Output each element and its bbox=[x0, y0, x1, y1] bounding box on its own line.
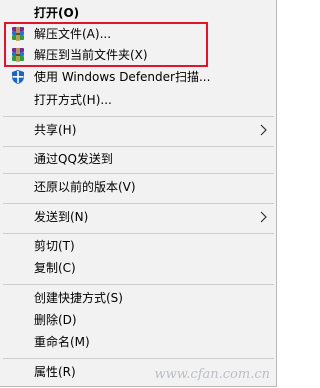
menu-separator bbox=[3, 203, 274, 204]
menu-item-label: 还原以前的版本(V) bbox=[34, 180, 136, 194]
menu-item-label: 打开方式(H)... bbox=[34, 93, 112, 107]
chevron-right-icon bbox=[258, 120, 270, 140]
windows-defender-icon bbox=[10, 69, 26, 85]
menu-item-label: 重命名(M) bbox=[34, 335, 90, 349]
menu-item-open[interactable]: 打开(O) bbox=[0, 3, 276, 23]
menu-item-open-with[interactable]: 打开方式(H)... bbox=[0, 90, 276, 110]
context-menu: 打开(O) 解压文件(A)... 解压到当前文件夹(X) 使用 Windows … bbox=[0, 0, 277, 387]
menu-separator bbox=[3, 358, 274, 359]
menu-item-defender-scan[interactable]: 使用 Windows Defender扫描... bbox=[0, 67, 276, 87]
menu-item-cut[interactable]: 剪切(T) bbox=[0, 236, 276, 256]
menu-item-label: 属性(R) bbox=[34, 365, 76, 379]
site-watermark: www.cfan.com.cn bbox=[154, 367, 270, 382]
menu-separator bbox=[3, 284, 274, 285]
menu-separator bbox=[3, 146, 274, 147]
menu-item-copy[interactable]: 复制(C) bbox=[0, 258, 276, 278]
menu-item-rename[interactable]: 重命名(M) bbox=[0, 332, 276, 352]
menu-item-label: 使用 Windows Defender扫描... bbox=[34, 70, 211, 84]
menu-separator bbox=[3, 173, 274, 174]
chevron-right-icon bbox=[258, 207, 270, 227]
menu-item-label: 通过QQ发送到 bbox=[34, 152, 113, 166]
menu-item-delete[interactable]: 删除(D) bbox=[0, 310, 276, 330]
menu-item-restore-previous-versions[interactable]: 还原以前的版本(V) bbox=[0, 177, 276, 197]
menu-item-label: 发送到(N) bbox=[34, 210, 89, 224]
menu-item-send-via-qq[interactable]: 通过QQ发送到 bbox=[0, 149, 276, 169]
menu-item-send-to[interactable]: 发送到(N) bbox=[0, 207, 276, 227]
menu-item-label: 打开(O) bbox=[34, 6, 80, 20]
menu-separator bbox=[3, 233, 274, 234]
menu-separator bbox=[3, 116, 274, 117]
menu-item-label: 剪切(T) bbox=[34, 239, 75, 253]
menu-item-label: 共享(H) bbox=[34, 123, 77, 137]
menu-item-label: 创建快捷方式(S) bbox=[34, 291, 123, 305]
menu-item-label: 复制(C) bbox=[34, 261, 76, 275]
menu-item-label: 删除(D) bbox=[34, 313, 77, 327]
menu-item-create-shortcut[interactable]: 创建快捷方式(S) bbox=[0, 288, 276, 308]
menu-item-share[interactable]: 共享(H) bbox=[0, 120, 276, 140]
highlight-annotation-box bbox=[4, 22, 208, 67]
